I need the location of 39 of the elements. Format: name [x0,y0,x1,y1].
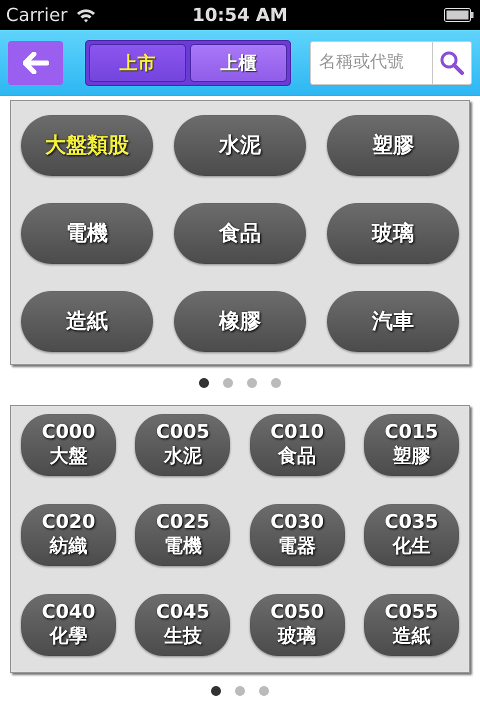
market-tab[interactable]: 上櫃 [190,44,287,82]
index-button[interactable]: C005 水泥 [135,414,230,476]
category-button[interactable]: 大盤類股 [21,115,153,176]
page-dot[interactable] [223,378,233,388]
search-field[interactable]: 名稱或代號 [310,41,432,85]
search-icon [439,50,465,76]
battery-icon [444,8,474,22]
index-button[interactable]: C050 玻璃 [250,594,345,656]
carrier-name: Carrier [6,4,68,28]
page-dot[interactable] [271,378,281,388]
page-dot[interactable] [235,686,245,696]
index-button[interactable]: C055 造紙 [364,594,459,656]
index-button[interactable]: C030 電器 [250,504,345,566]
wifi-icon [76,8,96,22]
index-button[interactable]: C045 生技 [135,594,230,656]
page-dot[interactable] [247,378,257,388]
index-button[interactable]: C040 化學 [21,594,116,656]
category-button[interactable]: 汽車 [327,291,459,352]
category-button[interactable]: 電機 [21,203,153,264]
category-button[interactable]: 玻璃 [327,203,459,264]
clock-time: 10:54 AM [192,4,288,28]
market-tab[interactable]: 上市 [89,44,186,82]
index-button[interactable]: C025 電機 [135,504,230,566]
index-button[interactable]: C015 塑膠 [364,414,459,476]
category-button[interactable]: 食品 [174,203,306,264]
index-button[interactable]: C035 化生 [364,504,459,566]
index-button[interactable]: C010 食品 [250,414,345,476]
page-dot[interactable] [211,686,221,696]
page-dot[interactable] [259,686,269,696]
back-arrow-icon [22,52,48,74]
category-button[interactable]: 塑膠 [327,115,459,176]
back-button[interactable] [8,41,63,85]
page-dot[interactable] [199,378,209,388]
category-button[interactable]: 水泥 [174,115,306,176]
index-button[interactable]: C000 大盤 [21,414,116,476]
search-button[interactable] [432,41,472,85]
category-button[interactable]: 橡膠 [174,291,306,352]
category-button[interactable]: 造紙 [21,291,153,352]
index-button[interactable]: C020 紡織 [21,504,116,566]
